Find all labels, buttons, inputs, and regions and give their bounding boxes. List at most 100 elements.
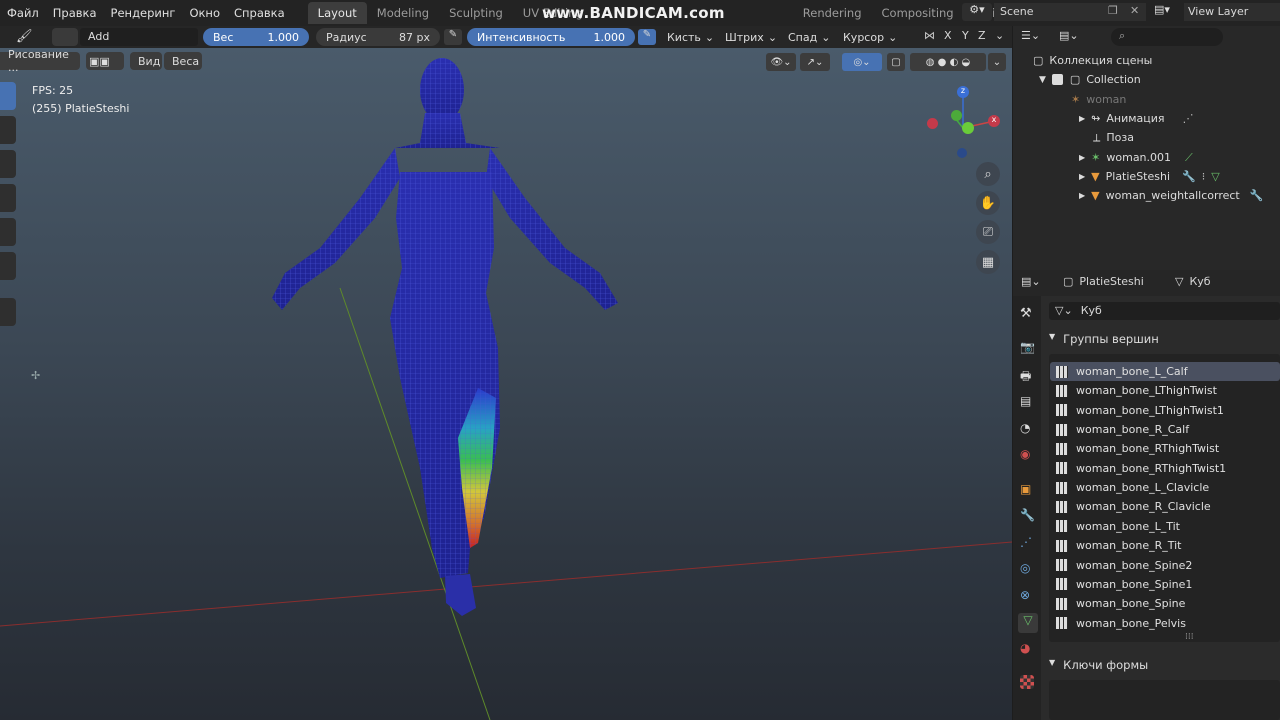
brush-icon[interactable]: 🖌 bbox=[16, 29, 33, 44]
menu-render[interactable]: Рендеринг bbox=[104, 6, 183, 20]
xray-icon[interactable]: ▢ bbox=[887, 53, 905, 71]
menu-help[interactable]: Справка bbox=[227, 6, 292, 20]
outliner-collection[interactable]: ▼ ▢ Collection bbox=[1013, 70, 1280, 89]
menu-edit[interactable]: Правка bbox=[46, 6, 104, 20]
vertex-group-row[interactable]: woman_bone_LThighTwist bbox=[1050, 381, 1280, 400]
outliner-item-pose[interactable]: ⟂ Поза bbox=[1013, 128, 1280, 147]
tab-sculpting[interactable]: Sculpting bbox=[439, 2, 513, 24]
camera-icon[interactable]: ⎚ bbox=[976, 220, 1000, 244]
gizmo-neg-y-icon[interactable] bbox=[962, 122, 974, 134]
gizmo-neg-z-icon[interactable] bbox=[957, 148, 967, 158]
sample-weight-tool-icon[interactable] bbox=[0, 252, 16, 280]
scene-name-field[interactable]: Scene bbox=[994, 3, 1146, 21]
mirror-y-toggle[interactable]: Y bbox=[962, 29, 969, 42]
view-menu[interactable]: Вид bbox=[130, 52, 162, 70]
outliner-item-woman001[interactable]: ▶ ✶ woman.001 ⟋ bbox=[1013, 148, 1280, 167]
visibility-icon[interactable]: 👁⌄ bbox=[766, 53, 796, 71]
outliner-scene-collection[interactable]: ▢ Коллекция сцены bbox=[1013, 51, 1280, 70]
menu-file[interactable]: Файл bbox=[0, 6, 46, 20]
overlay-toggle-icon[interactable]: ◎⌄ bbox=[842, 53, 882, 71]
tab-layout[interactable]: Layout bbox=[307, 2, 367, 24]
mirror-x-toggle[interactable]: X bbox=[944, 29, 952, 42]
world-tab-icon[interactable]: ◉ bbox=[1020, 447, 1036, 463]
shading-modes-icon[interactable]: ◍ ● ◐ ◒ bbox=[910, 53, 986, 71]
selection-mask-icon[interactable]: ▣▣ bbox=[86, 52, 124, 70]
scene-tab-icon[interactable]: ◔ bbox=[1020, 421, 1036, 437]
stroke-dropdown[interactable]: Штрих ⌄ bbox=[725, 28, 777, 46]
draw-tool-icon[interactable] bbox=[0, 82, 16, 110]
3d-viewport[interactable]: ✢ bbox=[0, 48, 1012, 720]
outliner-item-woman-weightallcorrect[interactable]: ▶ ▼ woman_weightallcorrect 🔧 bbox=[1013, 186, 1280, 205]
vertex-group-row[interactable]: woman_bone_RThighTwist bbox=[1050, 439, 1280, 458]
falloff-dropdown[interactable]: Спад ⌄ bbox=[788, 28, 830, 46]
object-tab-icon[interactable]: ▣ bbox=[1020, 482, 1036, 498]
outliner-item-woman[interactable]: ✶ woman bbox=[1013, 90, 1280, 109]
gizmo-neg-x-icon[interactable] bbox=[927, 118, 938, 129]
render-tab-icon[interactable]: 📷 bbox=[1020, 340, 1036, 356]
mirror-z-toggle[interactable]: Z bbox=[978, 29, 986, 42]
pan-hand-icon[interactable]: ✋ bbox=[976, 191, 1000, 215]
close-scene-icon[interactable]: ✕ bbox=[1130, 4, 1139, 17]
vertex-group-row[interactable]: woman_bone_R_Tit bbox=[1050, 536, 1280, 555]
vertex-group-row[interactable]: woman_bone_L_Tit bbox=[1050, 517, 1280, 536]
radius-slider[interactable]: Радиус 87 px bbox=[316, 28, 440, 46]
particles-tab-icon[interactable]: ⋰ bbox=[1020, 535, 1036, 551]
gizmo-x-icon[interactable]: x bbox=[988, 115, 1000, 127]
outliner-search-input[interactable]: ⌕ bbox=[1111, 28, 1223, 46]
physics-tab-icon[interactable]: ◎ bbox=[1020, 561, 1036, 577]
gradient-tool-icon[interactable] bbox=[0, 218, 16, 246]
cursor-dropdown[interactable]: Курсор ⌄ bbox=[843, 28, 897, 46]
vertex-group-row[interactable]: woman_bone_Spine bbox=[1050, 594, 1280, 613]
blend-mode-field[interactable]: Add bbox=[80, 28, 198, 46]
chevron-down-icon[interactable]: ⌄ bbox=[995, 29, 1004, 42]
view-layer-icon[interactable]: ▤▾ bbox=[1154, 3, 1184, 21]
blur-tool-icon[interactable] bbox=[0, 116, 16, 144]
annotate-tool-icon[interactable] bbox=[0, 298, 16, 326]
outliner-item-platiesteshi[interactable]: ▶ ▼ PlatieSteshi 🔧 ⁝ ▽ bbox=[1013, 167, 1280, 186]
scene-selector-icon[interactable]: ⚙▾ bbox=[962, 3, 992, 21]
brush-dropdown[interactable]: Кисть ⌄ bbox=[667, 28, 714, 46]
shape-keys-header[interactable]: ▼ Ключи формы bbox=[1049, 658, 1148, 672]
outliner-item-animation[interactable]: ▶ ↬ Анимация ⋰ bbox=[1013, 109, 1280, 128]
radius-pressure-icon[interactable]: ✎ bbox=[444, 29, 462, 45]
gizmo-y-icon[interactable] bbox=[951, 110, 962, 121]
modifier-tab-icon[interactable]: 🔧 bbox=[1020, 508, 1036, 524]
tab-rendering[interactable]: Rendering bbox=[793, 2, 872, 24]
mesh-data-tab-icon[interactable]: ▽ bbox=[1018, 613, 1038, 633]
tool-tab-icon[interactable]: ⚒ bbox=[1020, 306, 1036, 322]
vertex-group-row[interactable]: woman_bone_Spine1 bbox=[1050, 575, 1280, 594]
weights-menu[interactable]: Веса bbox=[164, 52, 202, 70]
view-layer-field[interactable]: View Layer bbox=[1184, 3, 1280, 21]
strength-slider[interactable]: Интенсивность 1.000 bbox=[467, 28, 635, 46]
editor-type-icon[interactable]: ▤⌄ bbox=[1021, 275, 1041, 288]
brush-preview-icon[interactable] bbox=[52, 28, 78, 46]
mode-dropdown[interactable]: Рисование ... bbox=[0, 48, 80, 74]
tab-modeling[interactable]: Modeling bbox=[367, 2, 439, 24]
strength-pressure-icon[interactable]: ✎ bbox=[638, 29, 656, 45]
mirror-icon[interactable]: ⋈ bbox=[924, 29, 935, 42]
gizmo-toggle-icon[interactable]: ↗⌄ bbox=[800, 53, 830, 71]
vertex-group-row[interactable]: woman_bone_LThighTwist1 bbox=[1050, 401, 1280, 420]
output-tab-icon[interactable]: 🖶 bbox=[1020, 367, 1036, 383]
material-tab-icon[interactable]: ◕ bbox=[1020, 641, 1036, 657]
vertex-group-row[interactable]: woman_bone_RThighTwist1 bbox=[1050, 459, 1280, 478]
resize-handle-icon[interactable]: ⁞⁞⁞ bbox=[1185, 632, 1194, 642]
weight-slider[interactable]: Вес 1.000 bbox=[203, 28, 309, 46]
smear-tool-icon[interactable] bbox=[0, 184, 16, 212]
gizmo-z-icon[interactable]: z bbox=[957, 86, 969, 98]
tab-compositing[interactable]: Compositing bbox=[872, 2, 964, 24]
vertex-group-row[interactable]: woman_bone_Pelvis bbox=[1050, 614, 1280, 633]
vertex-group-row[interactable]: woman_bone_R_Calf bbox=[1050, 420, 1280, 439]
vertex-groups-header[interactable]: ▼ Группы вершин bbox=[1049, 332, 1159, 346]
mesh-data-selector[interactable]: ▽⌄ Куб bbox=[1049, 302, 1280, 320]
average-tool-icon[interactable] bbox=[0, 150, 16, 178]
vertex-group-row[interactable]: woman_bone_Spine2 bbox=[1050, 556, 1280, 575]
grid-perspective-icon[interactable]: ▦ bbox=[976, 250, 1000, 274]
copy-scene-icon[interactable]: ❐ bbox=[1108, 4, 1118, 17]
view-layer-tab-icon[interactable]: ▤ bbox=[1020, 394, 1036, 410]
editor-type-icon[interactable]: ☰⌄ bbox=[1021, 29, 1051, 47]
vertex-group-row[interactable]: woman_bone_L_Calf bbox=[1050, 362, 1280, 381]
vertex-group-row[interactable]: woman_bone_L_Clavicle bbox=[1050, 478, 1280, 497]
vertex-group-row[interactable]: woman_bone_R_Clavicle bbox=[1050, 497, 1280, 516]
zoom-icon[interactable]: ⌕ bbox=[976, 162, 1000, 186]
